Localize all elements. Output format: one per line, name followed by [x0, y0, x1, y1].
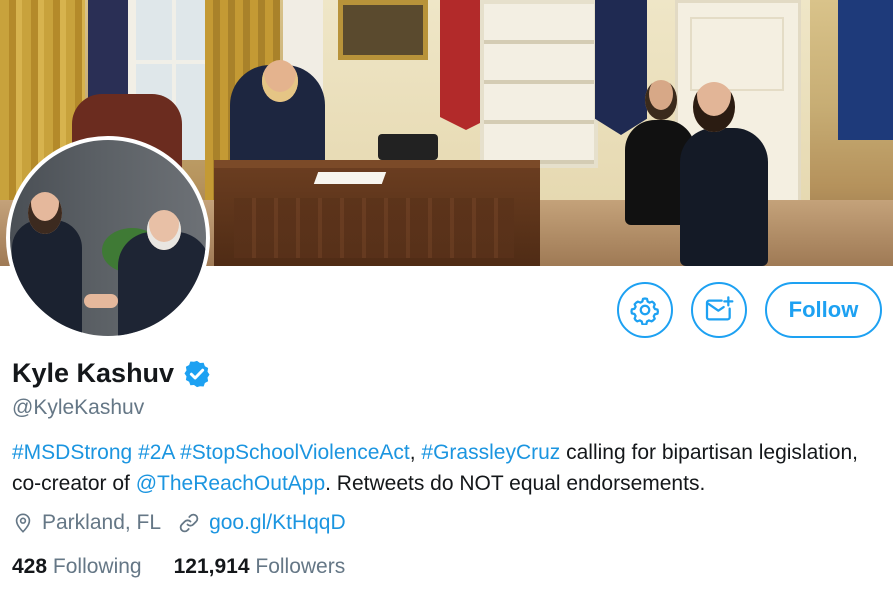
banner-person-head: [693, 82, 735, 132]
envelope-plus-icon: [705, 296, 734, 321]
profile-handle: @KyleKashuv: [12, 396, 145, 419]
bio-text: . Retweets do NOT equal endorsements.: [325, 472, 706, 495]
following-stat[interactable]: 428 Following: [12, 555, 142, 579]
avatar-person-head: [28, 192, 62, 234]
location-pin-icon: [15, 513, 31, 533]
website: goo.gl/KtHqqD: [177, 511, 346, 535]
bio-text: ,: [409, 441, 416, 464]
profile-name: Kyle Kashuv: [12, 358, 175, 388]
avatar[interactable]: [6, 136, 210, 340]
follow-button[interactable]: Follow: [765, 282, 882, 338]
mention-link[interactable]: @TheReachOutApp: [136, 472, 325, 495]
hashtag-link[interactable]: #2A: [138, 441, 174, 464]
profile-meta: Parkland, FL goo.gl/KtHqqD: [12, 511, 362, 535]
banner-flag: [838, 0, 893, 140]
profile-name-row: Kyle Kashuv: [12, 358, 212, 389]
message-button[interactable]: [691, 282, 747, 338]
website-link[interactable]: goo.gl/KtHqqD: [209, 511, 346, 535]
following-count: 428: [12, 555, 48, 578]
profile-stats: 428 Following 121,914 Followers: [12, 555, 377, 579]
banner-phone: [378, 134, 438, 160]
banner-papers: [313, 172, 387, 184]
banner-person-head: [262, 60, 298, 102]
followers-count: 121,914: [173, 555, 250, 578]
followers-label: Followers: [255, 555, 346, 578]
banner-painting: [338, 0, 428, 60]
hashtag-link[interactable]: #GrassleyCruz: [421, 441, 560, 464]
location: Parkland, FL: [12, 511, 161, 535]
link-icon: [179, 513, 199, 533]
avatar-handshake: [84, 294, 118, 308]
avatar-person-head: [147, 210, 181, 250]
verified-badge-icon: [184, 360, 210, 387]
banner-person-head: [645, 80, 677, 120]
gear-icon: [630, 297, 659, 325]
profile-bio: #MSDStrong #2A #StopSchoolViolenceAct, #…: [12, 437, 882, 499]
avatar-person: [12, 220, 82, 336]
following-label: Following: [52, 555, 142, 578]
banner-flag: [88, 0, 128, 100]
banner-person: [680, 128, 768, 266]
settings-button[interactable]: [617, 282, 673, 338]
banner-bookshelf: [480, 0, 598, 168]
location-text: Parkland, FL: [42, 511, 162, 534]
hashtag-link[interactable]: #MSDStrong: [12, 441, 132, 464]
banner-flag: [595, 0, 647, 135]
followers-stat[interactable]: 121,914 Followers: [174, 555, 346, 579]
hashtag-link[interactable]: #StopSchoolViolenceAct: [180, 441, 410, 464]
